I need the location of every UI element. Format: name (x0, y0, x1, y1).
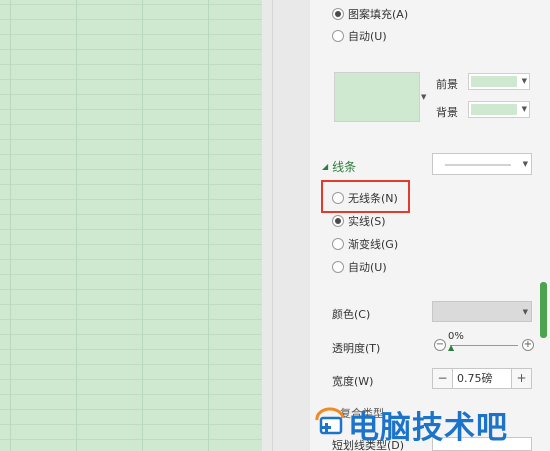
preview-dropdown-icon[interactable]: ▼ (421, 93, 426, 101)
line-auto-label: 自动(U) (348, 261, 387, 274)
no-line-radio[interactable] (332, 192, 344, 204)
fill-auto-label: 自动(U) (348, 30, 387, 43)
solid-line-option[interactable]: 实线(S) (332, 213, 386, 229)
fill-auto-radio[interactable] (332, 30, 344, 42)
width-increment-button[interactable]: + (511, 369, 531, 388)
watermark: 电脑技术吧 (314, 400, 550, 446)
panel-divider (262, 0, 310, 451)
width-value[interactable]: 0.75磅 (453, 369, 511, 388)
collapse-triangle-icon: ◢ (322, 162, 329, 171)
gradient-line-label: 渐变线(G) (348, 238, 399, 251)
pattern-fill-option[interactable]: 图案填充(A) (332, 6, 408, 22)
slider-handle[interactable]: ▲ (448, 343, 454, 352)
pattern-fill-radio[interactable] (332, 8, 344, 20)
spreadsheet-grid[interactable] (0, 0, 262, 451)
width-decrement-button[interactable]: − (433, 369, 453, 388)
gradient-line-radio[interactable] (332, 238, 344, 250)
background-label: 背景 (436, 106, 458, 119)
chevron-down-icon: ▼ (521, 77, 527, 85)
width-label: 宽度(W) (332, 375, 374, 388)
no-line-label: 无线条(N) (348, 192, 398, 205)
no-line-option[interactable]: 无线条(N) (332, 190, 398, 206)
chevron-down-icon: ▼ (521, 105, 527, 113)
solid-line-radio[interactable] (332, 215, 344, 227)
line-style-dropdown[interactable]: ▼ (432, 153, 532, 175)
gradient-line-option[interactable]: 渐变线(G) (332, 236, 398, 252)
plus-icon[interactable]: + (522, 339, 534, 351)
foreground-color-dropdown[interactable]: ▼ (468, 73, 530, 90)
format-side-panel: 图案填充(A) 自动(U) ▼ 前景 ▼ 背景 ▼ ◢ 线条 ▼ 无线条(N) … (310, 0, 550, 451)
minus-icon[interactable]: − (434, 339, 446, 351)
fill-auto-option[interactable]: 自动(U) (332, 28, 387, 44)
monitor-logo-icon (315, 407, 345, 435)
transparency-value: 0% (448, 331, 464, 342)
line-auto-radio[interactable] (332, 261, 344, 273)
foreground-label: 前景 (436, 78, 458, 91)
transparency-slider[interactable]: − ▲ 0% + (434, 331, 534, 357)
watermark-text: 电脑技术吧 (348, 410, 508, 446)
width-stepper[interactable]: − 0.75磅 + (432, 368, 532, 389)
line-auto-option[interactable]: 自动(U) (332, 259, 387, 275)
pattern-preview[interactable] (334, 72, 420, 122)
solid-line-label: 实线(S) (348, 215, 386, 228)
line-color-dropdown[interactable]: ▼ (432, 301, 532, 322)
line-section-header[interactable]: ◢ 线条 (322, 158, 356, 175)
pattern-fill-label: 图案填充(A) (348, 8, 409, 21)
transparency-label: 透明度(T) (332, 342, 381, 355)
chevron-down-icon: ▼ (522, 308, 528, 316)
panel-scrollbar[interactable] (540, 282, 547, 338)
line-section-title: 线条 (332, 160, 357, 174)
color-label: 颜色(C) (332, 308, 371, 321)
chevron-down-icon: ▼ (522, 160, 528, 168)
background-color-dropdown[interactable]: ▼ (468, 101, 530, 118)
